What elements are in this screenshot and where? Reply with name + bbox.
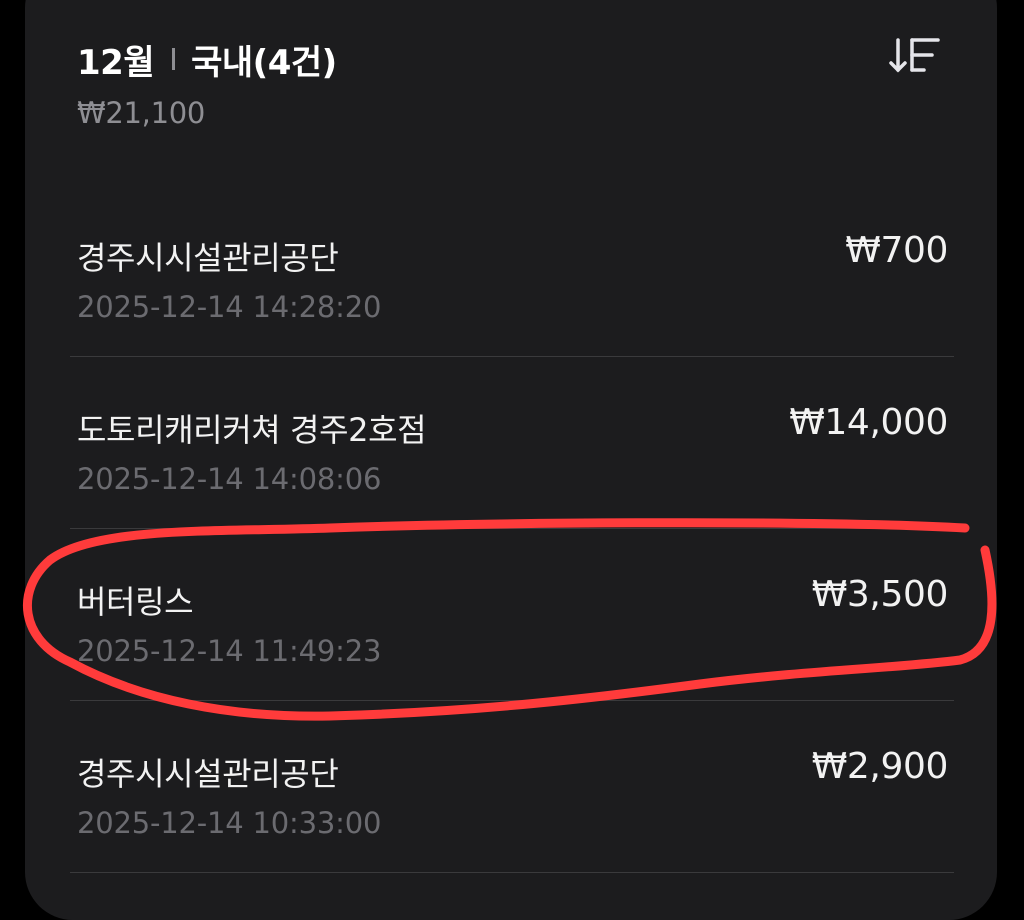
total-amount: ₩21,100: [77, 96, 206, 130]
sort-button[interactable]: [884, 30, 946, 82]
transaction-amount: ₩700: [845, 230, 948, 271]
transaction-datetime: 2025-12-14 10:33:00: [77, 806, 382, 840]
transaction-row[interactable]: 도토리캐리커쳐 경주2호점 2025-12-14 14:08:06 ₩14,00…: [70, 356, 954, 528]
transaction-amount: ₩3,500: [811, 574, 949, 615]
category-count-label: 국내(4건): [191, 42, 337, 83]
transaction-datetime: 2025-12-14 14:08:06: [77, 462, 382, 496]
title-separator: [172, 48, 176, 70]
transaction-datetime: 2025-12-14 11:49:23: [77, 634, 382, 668]
transaction-row[interactable]: 버터링스 2025-12-14 11:49:23 ₩3,500: [70, 528, 954, 700]
transaction-row[interactable]: 경주시시설관리공단 2025-12-14 10:33:00 ₩2,900: [70, 700, 954, 872]
month-label: 12월: [77, 42, 155, 83]
merchant-name: 경주시시설관리공단: [77, 239, 339, 277]
transaction-datetime: 2025-12-14 14:28:20: [77, 290, 382, 324]
sort-icon: [889, 38, 940, 73]
header-title: 12월 국내(4건): [77, 33, 337, 85]
row-divider: [70, 872, 954, 873]
merchant-name: 버터링스: [77, 583, 194, 621]
transaction-amount: ₩2,900: [811, 746, 949, 787]
merchant-name: 도토리캐리커쳐 경주2호점: [77, 411, 427, 449]
transaction-row[interactable]: 경주시시설관리공단 2025-12-14 14:28:20 ₩700: [70, 184, 954, 356]
merchant-name: 경주시시설관리공단: [77, 755, 339, 793]
transaction-amount: ₩14,000: [789, 402, 948, 443]
